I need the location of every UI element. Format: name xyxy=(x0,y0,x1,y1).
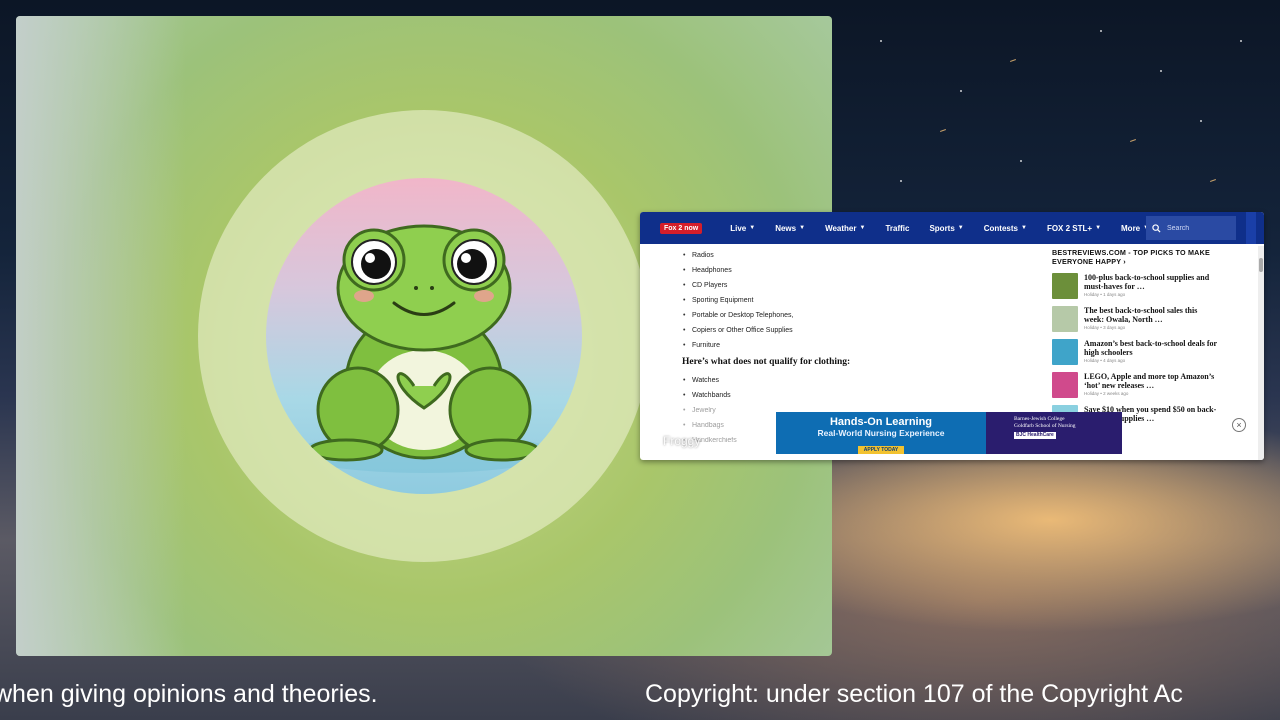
chevron-down-icon: ▼ xyxy=(799,225,806,231)
site-navbar: Fox 2 now Live ▼ News ▼ Weather ▼ Traffic S… xyxy=(640,212,1264,244)
ad-headline: Hands-On Learning xyxy=(829,416,933,428)
search-box[interactable] xyxy=(1146,216,1236,240)
nav-label: More xyxy=(1121,223,1141,233)
nav-label: Live xyxy=(730,223,747,233)
bestreviews-sidebar: BESTREVIEWS.COM - TOP PICKS TO MAKE EVER… xyxy=(1052,248,1218,431)
list-item: Watches xyxy=(683,373,1042,388)
nav-item-traffic[interactable]: Traffic xyxy=(875,224,919,233)
nav-label: News xyxy=(775,223,797,233)
ad-school-name: Barnes-Jewish College xyxy=(1014,416,1065,422)
nav-label: Sports xyxy=(929,223,955,233)
nav-label: Traffic xyxy=(885,223,910,233)
article-meta: Holiday • 2 weeks ago xyxy=(1084,391,1129,396)
list-item: Copiers or Other Office Supplies xyxy=(683,323,1042,338)
nav-menu: Live ▼ News ▼ Weather ▼ Traffic Sports ▼ Con… xyxy=(720,224,1159,233)
list-item: Furniture xyxy=(683,338,1042,353)
qualifying-items-list: Radios Headphones CD Players Sporting Eq… xyxy=(682,248,1042,353)
shield-icon xyxy=(648,435,659,447)
ad-subheadline: Real-World Nursing Experience xyxy=(817,428,945,438)
nav-item-weather[interactable]: Weather ▼ xyxy=(815,224,875,233)
chevron-down-icon: ▼ xyxy=(749,225,756,231)
frog-illustration xyxy=(294,224,554,473)
article-title[interactable]: The best back-to-school sales this week:… xyxy=(1084,306,1218,324)
ad-main[interactable]: Hands-On Learning Real-World Nursing Exp… xyxy=(776,412,986,454)
site-logo[interactable]: Fox 2 now xyxy=(660,222,703,234)
nav-item-sports[interactable]: Sports ▼ xyxy=(919,224,973,233)
article-meta: Holiday • 4 days ago xyxy=(1084,358,1126,363)
scrollbar-thumb[interactable] xyxy=(1259,258,1263,272)
chevron-down-icon: ▼ xyxy=(1095,225,1102,231)
close-icon[interactable]: × xyxy=(1232,418,1246,432)
nav-item-contests[interactable]: Contests ▼ xyxy=(974,224,1037,233)
ticker-text-right: Copyright: under section 107 of the Copy… xyxy=(645,680,1183,708)
caption-ticker: when giving opinions and theories. Copyr… xyxy=(0,668,1280,720)
froggy-label: Froggy xyxy=(663,434,701,448)
nav-item-news[interactable]: News ▼ xyxy=(765,224,815,233)
apply-today-button[interactable]: APPLY TODAY xyxy=(857,446,905,454)
list-item: CD Players xyxy=(683,278,1042,293)
article-title[interactable]: LEGO, Apple and more top Amazon’s ‘hot’ … xyxy=(1084,372,1218,390)
nav-label: FOX 2 STL+ xyxy=(1046,223,1093,233)
article-thumbnail[interactable] xyxy=(1052,273,1078,299)
list-item: Headphones xyxy=(683,263,1042,278)
nav-label: Contests xyxy=(983,223,1018,233)
list-item: Portable or Desktop Telephones, xyxy=(683,308,1042,323)
article-thumbnail[interactable] xyxy=(1052,372,1078,398)
ad-school-subname: Goldfarb School of Nursing xyxy=(1014,423,1076,429)
ad-partner-logo: BJC HealthCare xyxy=(1014,432,1056,439)
list-item: Watchbands xyxy=(683,388,1042,403)
nav-label: Weather xyxy=(825,223,857,233)
nav-item-live[interactable]: Live ▼ xyxy=(720,224,765,233)
sidebar-article[interactable]: Amazon’s best back-to-school deals for h… xyxy=(1052,339,1218,365)
nav-item-fox2-stl-plus[interactable]: FOX 2 STL+ ▼ xyxy=(1037,224,1111,233)
sidebar-article[interactable]: 100-plus back-to-school supplies and mus… xyxy=(1052,273,1218,299)
article-meta: Holiday • 1 days ago xyxy=(1084,292,1126,297)
article-title[interactable]: 100-plus back-to-school supplies and mus… xyxy=(1084,273,1218,291)
article-meta: Holiday • 3 days ago xyxy=(1084,325,1126,330)
article-thumbnail[interactable] xyxy=(1052,306,1078,332)
article-title[interactable]: Amazon’s best back-to-school deals for h… xyxy=(1084,339,1218,357)
list-item: Radios xyxy=(683,248,1042,263)
sidebar-article[interactable]: LEGO, Apple and more top Amazon’s ‘hot’ … xyxy=(1052,372,1218,398)
nursing-ad-banner[interactable]: Hands-On Learning Real-World Nursing Exp… xyxy=(776,412,1122,456)
article-subheading: Here’s what does not qualify for clothin… xyxy=(682,357,851,367)
browser-screenshot: Fox 2 now Live ▼ News ▼ Weather ▼ Traffic S… xyxy=(640,212,1264,460)
chevron-down-icon: ▼ xyxy=(957,225,964,231)
article-thumbnail[interactable] xyxy=(1052,339,1078,365)
nav-edge xyxy=(1246,212,1256,244)
ticker-text-left: when giving opinions and theories. xyxy=(0,680,378,708)
search-input[interactable] xyxy=(1165,223,1229,233)
ad-school[interactable]: Barnes-Jewish College Goldfarb School of… xyxy=(986,412,1122,454)
chevron-down-icon: ▼ xyxy=(1020,225,1027,231)
sidebar-heading[interactable]: BESTREVIEWS.COM - TOP PICKS TO MAKE EVER… xyxy=(1052,248,1218,266)
frog-portrait xyxy=(266,178,582,494)
froggy-watermark: Froggy xyxy=(648,434,700,448)
search-icon xyxy=(1152,223,1161,233)
page-scrollbar[interactable] xyxy=(1258,246,1264,460)
list-item: Sporting Equipment xyxy=(683,293,1042,308)
sidebar-article[interactable]: The best back-to-school sales this week:… xyxy=(1052,306,1218,332)
chevron-down-icon: ▼ xyxy=(859,225,866,231)
